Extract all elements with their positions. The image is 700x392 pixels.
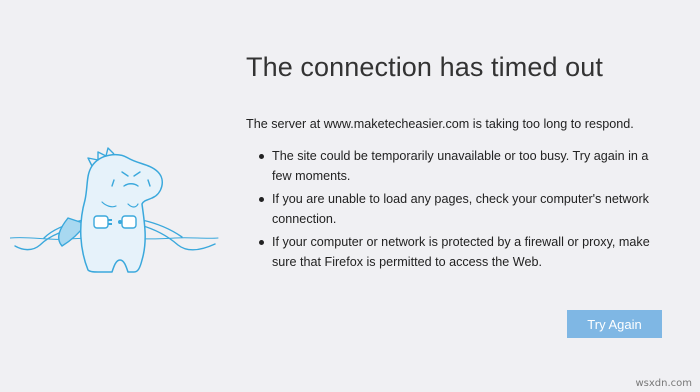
bullet-icon [259,197,264,202]
list-item: If you are unable to load any pages, che… [246,189,666,229]
dinosaur-unplugged-icon [9,120,220,290]
bullet-icon [259,240,264,245]
error-content: The connection has timed out The server … [246,52,676,275]
page-title: The connection has timed out [246,52,604,82]
watermark-text: wsxdn.com [635,378,692,389]
error-description: The server at www.maketecheasier.com is … [246,117,634,131]
list-item-text: The site could be temporarily unavailabl… [272,149,649,183]
suggestion-list: The site could be temporarily unavailabl… [246,146,666,272]
list-item: The site could be temporarily unavailabl… [246,146,666,186]
bullet-icon [259,154,264,159]
list-item-text: If you are unable to load any pages, che… [272,192,649,226]
try-again-button[interactable]: Try Again [567,310,662,338]
list-item: If your computer or network is protected… [246,232,666,272]
error-page: The connection has timed out The server … [0,0,700,392]
list-item-text: If your computer or network is protected… [272,235,650,269]
